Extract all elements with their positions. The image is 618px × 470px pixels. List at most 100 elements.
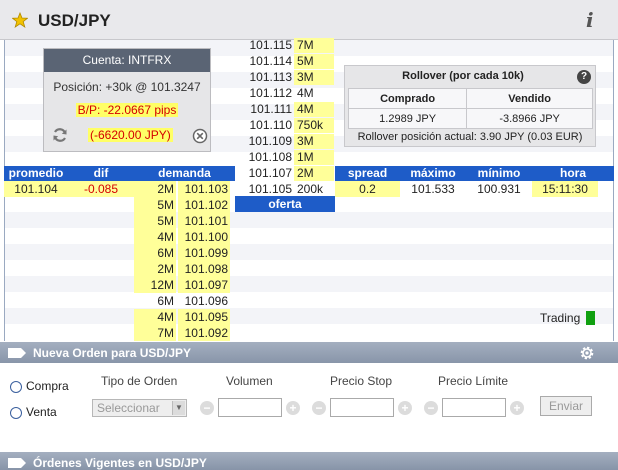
bp-value: B/P: -22.0667 pips (75, 103, 179, 117)
pair-title: USD/JPY (38, 11, 111, 30)
offer-size[interactable]: 2M (294, 166, 334, 181)
offer-price[interactable]: 101.108 (236, 150, 294, 165)
demand-price[interactable]: 101.092 (178, 325, 230, 341)
demand-size[interactable]: 5M (134, 197, 176, 213)
new-order-form: Compra Venta Tipo de Orden Volumen Preci… (0, 363, 618, 453)
offer-price[interactable]: 101.110 (236, 118, 294, 133)
offer-size[interactable]: 1M (294, 150, 334, 165)
limit-price-input[interactable] (442, 398, 506, 417)
new-order-bar[interactable]: Nueva Orden para USD/JPY (0, 342, 618, 364)
order-type-label: Tipo de Orden (101, 374, 178, 388)
volume-label: Volumen (226, 374, 273, 388)
demand-size[interactable]: 5M (134, 213, 176, 229)
offer-size[interactable]: 3M (294, 134, 334, 149)
trading-status-indicator (586, 311, 595, 325)
rollover-col-sold: Vendido (466, 88, 593, 109)
demand-price[interactable]: 101.103 (178, 181, 230, 197)
demand-price[interactable]: 101.100 (178, 229, 230, 245)
offer-price[interactable]: 101.114 (236, 54, 294, 69)
volume-plus-button[interactable]: + (286, 401, 300, 415)
demand-price[interactable]: 101.095 (178, 309, 230, 325)
header-hora: hora (532, 166, 614, 181)
rollover-sold-value: -3.8966 JPY (466, 108, 593, 129)
header-maximo: máximo (400, 166, 466, 181)
demand-price[interactable]: 101.102 (178, 197, 230, 213)
demand-price[interactable]: 101.097 (178, 277, 230, 293)
demand-size[interactable]: 4M (134, 309, 176, 325)
demand-size[interactable]: 12M (134, 277, 176, 293)
gear-icon[interactable] (579, 345, 595, 361)
demand-price[interactable]: 101.101 (178, 213, 230, 229)
stop-price-label: Precio Stop (330, 374, 393, 388)
demand-price[interactable]: 101.099 (178, 245, 230, 261)
hora-value: 15:11:30 (532, 181, 598, 197)
stop-plus-button[interactable]: + (398, 401, 412, 415)
volume-minus-button[interactable]: − (200, 401, 214, 415)
buy-option[interactable]: Compra (10, 379, 69, 393)
buy-radio[interactable] (10, 380, 22, 393)
row-stripe (5, 244, 613, 260)
title-bar: USD/JPY i (0, 0, 618, 40)
demand-size[interactable]: 4M (134, 229, 176, 245)
limit-minus-button[interactable]: − (424, 401, 438, 415)
demand-size[interactable]: 2M (134, 181, 176, 197)
header-demanda: demanda (134, 166, 235, 181)
demand-size[interactable]: 7M (134, 325, 176, 341)
offer-size[interactable]: 5M (294, 54, 334, 69)
demand-price[interactable]: 101.098 (178, 261, 230, 277)
position-text: Posición: +30k @ 101.3247 (53, 80, 201, 94)
header-promedio: promedio (4, 166, 68, 181)
rollover-bought-value: 1.2989 JPY (347, 108, 468, 129)
limit-plus-button[interactable]: + (510, 401, 524, 415)
minimo-value: 100.931 (477, 182, 521, 196)
rollover-title: Rollover (por cada 10k) (402, 70, 524, 82)
close-position-icon[interactable] (192, 128, 208, 144)
new-order-title: Nueva Orden para USD/JPY (33, 346, 192, 360)
offer-price[interactable]: 101.111 (236, 102, 294, 117)
offer-size[interactable]: 200k (294, 182, 334, 197)
trading-status-label: Trading (540, 311, 581, 325)
sell-radio[interactable] (10, 406, 22, 419)
offer-price[interactable]: 101.112 (236, 86, 294, 101)
volume-input[interactable] (218, 398, 282, 417)
rollover-col-bought: Comprado (347, 88, 468, 109)
info-icon[interactable]: i (586, 8, 594, 32)
demand-size[interactable]: 2M (134, 261, 176, 277)
order-type-select[interactable]: Seleccionar ▼ (92, 399, 187, 417)
demand-size[interactable]: 6M (134, 293, 176, 309)
row-stripe (5, 308, 613, 324)
offer-price[interactable]: 101.107 (236, 166, 294, 181)
offer-price[interactable]: 101.113 (236, 70, 294, 85)
offer-size[interactable]: 4M (294, 102, 334, 117)
offer-price[interactable]: 101.105 (236, 182, 294, 197)
offer-size[interactable]: 4M (294, 86, 334, 101)
buy-label: Compra (26, 379, 69, 393)
tag-icon (8, 458, 26, 468)
header-spread: spread (335, 166, 400, 181)
help-icon[interactable]: ? (577, 70, 591, 84)
demand-size[interactable]: 6M (134, 245, 176, 261)
dif-value: -0.085 (68, 181, 134, 197)
sell-label: Venta (26, 405, 57, 419)
demand-price[interactable]: 101.096 (178, 293, 230, 309)
offer-price[interactable]: 101.109 (236, 134, 294, 149)
offer-size[interactable]: 750k (294, 118, 334, 133)
rollover-table: Comprado Vendido 1.2989 JPY -3.8966 JPY (347, 88, 593, 129)
pending-orders-bar[interactable]: Órdenes Vigentes en USD/JPY (0, 452, 618, 470)
sell-option[interactable]: Venta (10, 405, 57, 419)
account-title: Cuenta: INTFRX (44, 49, 210, 72)
pnl-value: (-6620.00 JPY) (88, 128, 173, 142)
maximo-value: 101.533 (411, 182, 455, 196)
oferta-label: oferta (235, 196, 335, 212)
favorite-star-icon[interactable] (12, 12, 28, 28)
offer-price[interactable]: 101.115 (236, 38, 294, 53)
row-stripe (5, 276, 613, 292)
offer-size[interactable]: 3M (294, 70, 334, 85)
spread-value: 0.2 (335, 181, 400, 197)
stop-minus-button[interactable]: − (312, 401, 326, 415)
stop-price-input[interactable] (330, 398, 394, 417)
refresh-icon[interactable] (52, 127, 68, 143)
send-button[interactable]: Enviar (540, 396, 592, 416)
rollover-panel: Rollover (por cada 10k) ? Comprado Vendi… (344, 65, 596, 147)
offer-size[interactable]: 7M (294, 38, 334, 53)
